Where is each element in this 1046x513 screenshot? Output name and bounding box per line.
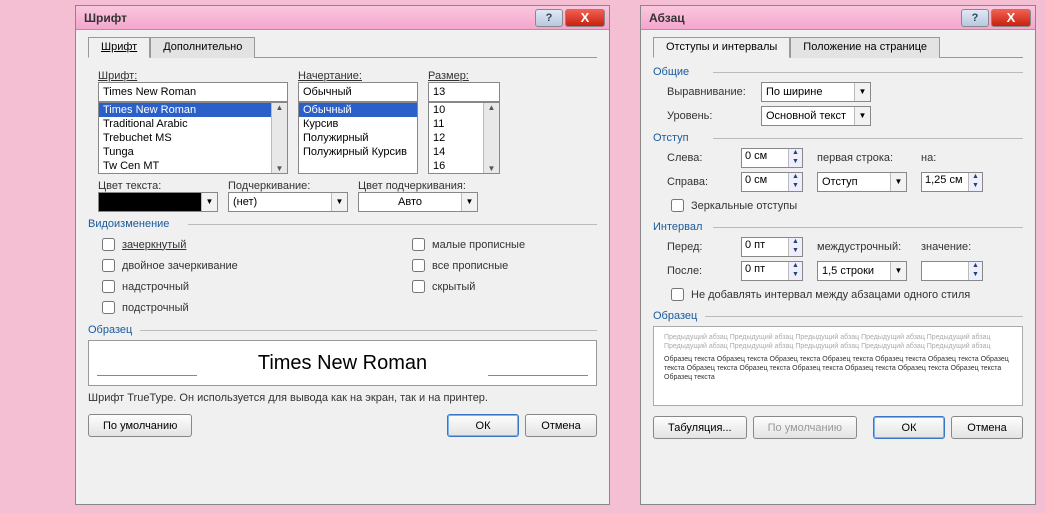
checkbox-mirror[interactable]: Зеркальные отступы — [653, 196, 1023, 215]
list-item[interactable]: Times New Roman — [99, 103, 287, 117]
chevron-down-icon: ▼ — [854, 107, 870, 125]
chevron-down-icon: ▼ — [890, 173, 906, 191]
sample-preview: Times New Roman — [88, 340, 597, 386]
by-label: на: — [921, 152, 991, 164]
chevron-down-icon: ▼ — [890, 262, 906, 280]
chevron-down-icon: ▼ — [461, 193, 477, 211]
firstline-dropdown[interactable]: Отступ▼ — [817, 172, 907, 192]
checkbox-strike[interactable]: зачеркнутый — [98, 235, 398, 254]
list-item[interactable]: Tunga — [99, 145, 287, 159]
text-color-label: Цвет текста: — [98, 180, 218, 192]
before-spinner[interactable]: 0 пт▲▼ — [741, 237, 803, 257]
close-button[interactable]: X — [991, 9, 1031, 27]
chevron-down-icon: ▼ — [854, 83, 870, 101]
general-group: Общие — [653, 66, 1023, 78]
tab-indents[interactable]: Отступы и интервалы — [653, 37, 790, 58]
left-label: Слева: — [667, 152, 733, 164]
after-label: После: — [667, 265, 733, 277]
underline-dropdown[interactable]: (нет)▼ — [228, 192, 348, 212]
dialog-title: Шрифт — [84, 11, 533, 25]
scrollbar[interactable] — [483, 103, 499, 173]
titlebar[interactable]: Шрифт ? X — [76, 6, 609, 30]
line-label: междустрочный: — [817, 241, 913, 253]
list-item[interactable]: Traditional Arabic — [99, 117, 287, 131]
size-listbox[interactable]: 10 11 12 14 16 — [428, 102, 500, 174]
checkbox-sub[interactable]: подстрочный — [98, 298, 398, 317]
right-label: Справа: — [667, 176, 733, 188]
list-item[interactable]: Tw Cen MT — [99, 159, 287, 173]
checkbox-hidden[interactable]: скрытый — [408, 277, 525, 296]
level-dropdown[interactable]: Основной текст▼ — [761, 106, 871, 126]
align-label: Выравнивание: — [667, 86, 753, 98]
dialog-title: Абзац — [649, 11, 959, 25]
list-item[interactable]: Полужирный — [299, 131, 417, 145]
tab-bar: Отступы и интервалы Положение на страниц… — [653, 36, 1023, 58]
font-input[interactable] — [98, 82, 288, 102]
default-button[interactable]: По умолчанию — [753, 416, 857, 439]
chevron-down-icon: ▼ — [331, 193, 347, 211]
indent-group: Отступ — [653, 132, 1023, 144]
checkbox-smallcaps[interactable]: малые прописные — [408, 235, 525, 254]
level-label: Уровень: — [667, 110, 753, 122]
align-dropdown[interactable]: По ширине▼ — [761, 82, 871, 102]
font-dialog: Шрифт ? X Шрифт Дополнительно Шрифт: Tim… — [75, 5, 610, 505]
checkbox-super[interactable]: надстрочный — [98, 277, 398, 296]
tab-bar: Шрифт Дополнительно — [88, 36, 597, 58]
sample-group-label: Образец — [88, 324, 597, 336]
list-item[interactable]: Полужирный Курсив — [299, 145, 417, 159]
tab-position[interactable]: Положение на странице — [790, 37, 940, 58]
tab-font[interactable]: Шрифт — [88, 37, 150, 58]
size-label: Размер: — [428, 70, 500, 82]
titlebar[interactable]: Абзац ? X — [641, 6, 1035, 30]
text-color-dropdown[interactable]: ▼ — [98, 192, 218, 212]
default-button[interactable]: По умолчанию — [88, 414, 192, 437]
checkbox-allcaps[interactable]: все прописные — [408, 256, 525, 275]
paragraph-dialog: Абзац ? X Отступы и интервалы Положение … — [640, 5, 1036, 505]
underline-color-label: Цвет подчеркивания: — [358, 180, 478, 192]
right-spinner[interactable]: 0 см▲▼ — [741, 172, 803, 192]
left-spinner[interactable]: 0 см▲▼ — [741, 148, 803, 168]
help-button[interactable]: ? — [535, 9, 563, 27]
style-listbox[interactable]: Обычный Курсив Полужирный Полужирный Кур… — [298, 102, 418, 174]
tabs-button[interactable]: Табуляция... — [653, 416, 747, 439]
cancel-button[interactable]: Отмена — [951, 416, 1023, 439]
underline-label: Подчеркивание: — [228, 180, 348, 192]
spacing-group: Интервал — [653, 221, 1023, 233]
size-input[interactable] — [428, 82, 500, 102]
value-label: значение: — [921, 241, 991, 253]
style-label: Начертание: — [298, 70, 418, 82]
list-item[interactable]: Курсив — [299, 117, 417, 131]
firstline-label: первая строка: — [817, 152, 913, 164]
paragraph-preview: Предыдущий абзац Предыдущий абзац Предыд… — [653, 326, 1023, 406]
sample-group: Образец — [653, 310, 1023, 322]
linevalue-spinner[interactable]: ▲▼ — [921, 261, 983, 281]
after-spinner[interactable]: 0 пт▲▼ — [741, 261, 803, 281]
checkbox-dstrike[interactable]: двойное зачеркивание — [98, 256, 398, 275]
checkbox-noadd[interactable]: Не добавлять интервал между абзацами одн… — [653, 285, 1023, 304]
style-input[interactable] — [298, 82, 418, 102]
scrollbar[interactable] — [271, 103, 287, 173]
by-spinner[interactable]: 1,25 см▲▼ — [921, 172, 983, 192]
cancel-button[interactable]: Отмена — [525, 414, 597, 437]
help-button[interactable]: ? — [961, 9, 989, 27]
underline-color-dropdown[interactable]: Авто▼ — [358, 192, 478, 212]
ok-button[interactable]: ОК — [873, 416, 945, 439]
close-button[interactable]: X — [565, 9, 605, 27]
font-label: Шрифт: — [98, 70, 288, 82]
tab-advanced[interactable]: Дополнительно — [150, 37, 255, 58]
list-item[interactable]: Обычный — [299, 103, 417, 117]
before-label: Перед: — [667, 241, 733, 253]
list-item[interactable]: Trebuchet MS — [99, 131, 287, 145]
ok-button[interactable]: ОК — [447, 414, 519, 437]
chevron-down-icon: ▼ — [201, 193, 217, 211]
font-listbox[interactable]: Times New Roman Traditional Arabic Trebu… — [98, 102, 288, 174]
font-hint: Шрифт TrueType. Он используется для выво… — [88, 392, 597, 404]
line-dropdown[interactable]: 1,5 строки▼ — [817, 261, 907, 281]
effects-group-label: Видоизменение — [88, 218, 597, 230]
